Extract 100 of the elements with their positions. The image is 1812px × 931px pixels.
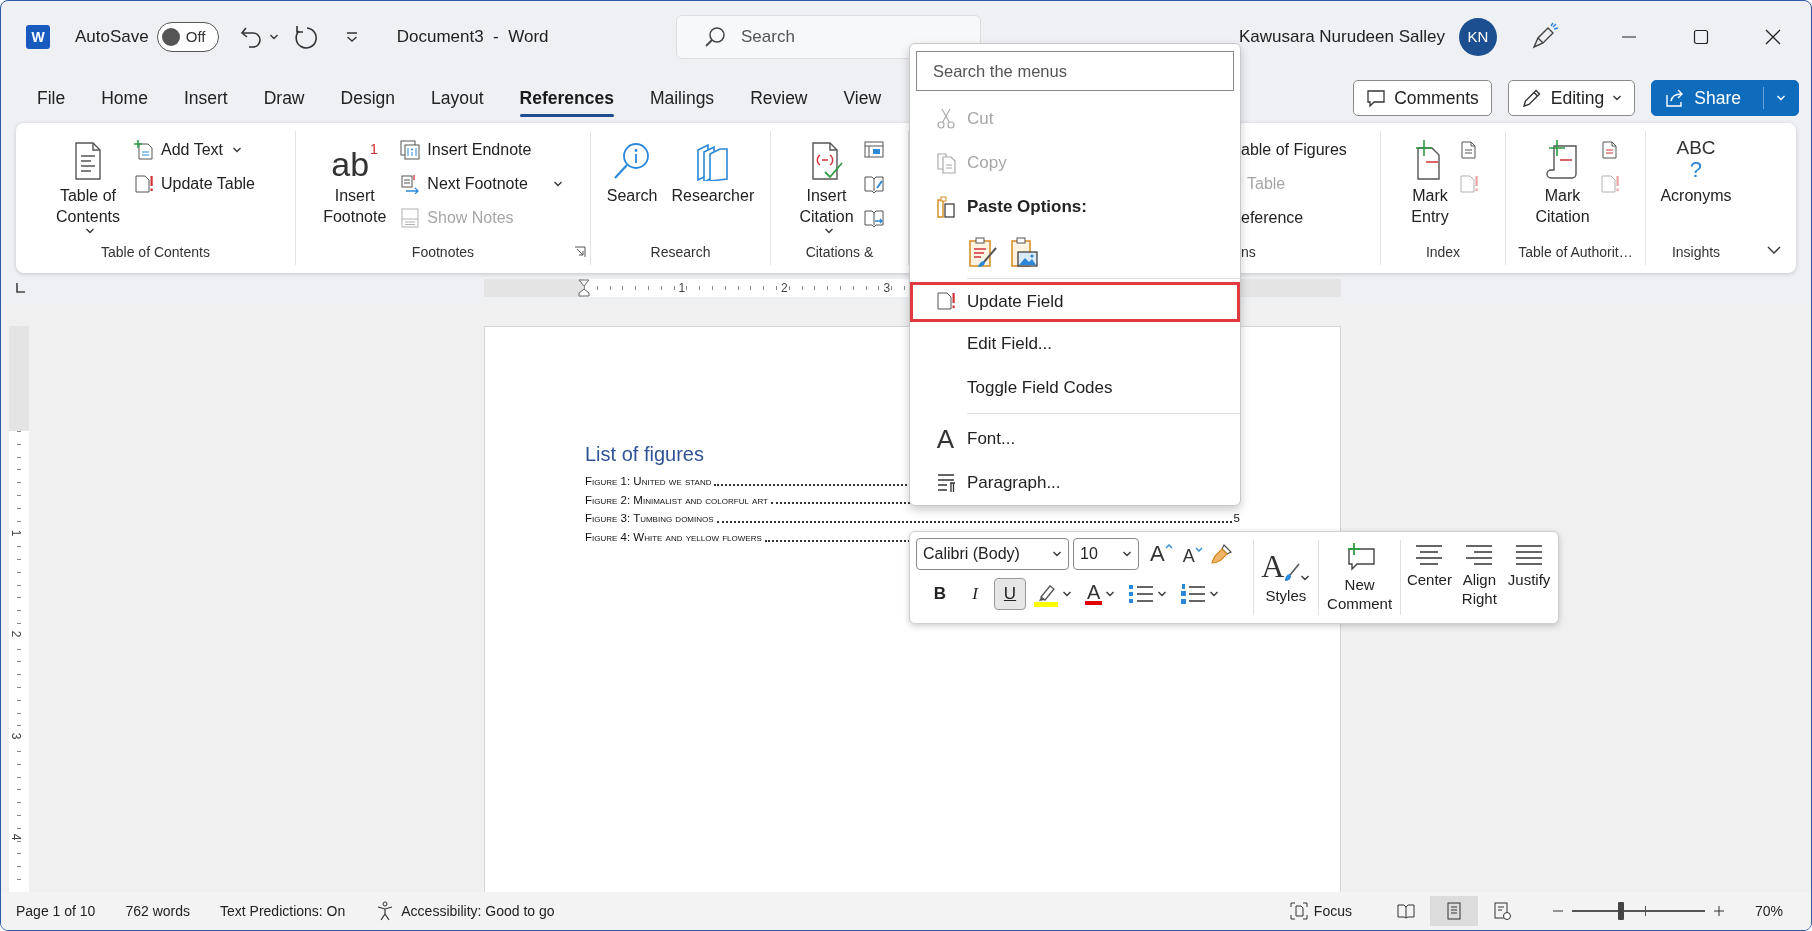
caret-icon[interactable]: [1122, 550, 1132, 558]
editing-button[interactable]: Editing: [1507, 80, 1636, 116]
ribbon-button[interactable]: Insert Citation: [795, 133, 858, 237]
ruler-number: 1: [677, 281, 687, 295]
slider-thumb[interactable]: [1618, 902, 1625, 920]
align-button[interactable]: Align Right: [1454, 538, 1505, 617]
clipboard-picture-icon[interactable]: [1009, 236, 1039, 268]
ribbon-button[interactable]: ab$^{1}$ Insert Footnote: [319, 133, 391, 229]
menu-item[interactable]: Update Field: [910, 282, 1240, 322]
ribbon-button[interactable]: Mark Citation: [1531, 133, 1594, 229]
caret-icon[interactable]: [1612, 94, 1623, 102]
font-color-button[interactable]: A: [1085, 583, 1103, 605]
ribbon-button[interactable]: Next Footnote: [396, 167, 567, 201]
zoom-level[interactable]: 70%: [1754, 900, 1783, 922]
customize-icon[interactable]: [344, 30, 359, 44]
brush-icon: [1284, 562, 1301, 582]
italic-button[interactable]: I: [959, 578, 991, 610]
align-button[interactable]: Center: [1404, 538, 1455, 617]
grow-font-button[interactable]: A: [1147, 543, 1176, 565]
ribbon-tab[interactable]: Home: [83, 78, 166, 118]
focus-button[interactable]: Focus: [1283, 899, 1358, 923]
menu-search-field[interactable]: Search the menus: [916, 51, 1234, 91]
caret-icon[interactable]: [268, 33, 279, 41]
caret-icon[interactable]: [823, 227, 834, 235]
book-icon[interactable]: [863, 174, 884, 194]
ribbon-tab[interactable]: Review: [732, 78, 826, 118]
menu-item[interactable]: A Font...: [910, 417, 1240, 461]
group-label: Research: [650, 242, 711, 262]
ribbon-button[interactable]: Insert Endnote: [396, 133, 567, 167]
avatar[interactable]: KN: [1459, 18, 1497, 56]
redo-icon[interactable]: [292, 24, 319, 50]
table-icon[interactable]: [863, 140, 884, 160]
indent-marker-icon[interactable]: [578, 279, 590, 297]
font-name-dropdown[interactable]: Calibri (Body): [916, 538, 1069, 570]
ribbon-tab[interactable]: Draw: [245, 78, 323, 118]
numbered-list-icon[interactable]: [1180, 582, 1207, 606]
page-count[interactable]: Page 1 of 10: [16, 900, 96, 922]
menu-item[interactable]: Paragraph...: [910, 461, 1240, 505]
caret-icon[interactable]: [1105, 590, 1116, 598]
word-count[interactable]: 762 words: [125, 900, 190, 922]
ribbon-tab[interactable]: Design: [322, 78, 413, 118]
footnote-icon: ab$^{1}$: [331, 141, 379, 181]
ribbon-button[interactable]: Mark Entry: [1407, 133, 1453, 229]
caret-icon[interactable]: [232, 146, 242, 154]
ribbon-button[interactable]: Table of Contents: [51, 133, 124, 237]
zoom-in-icon[interactable]: [1712, 905, 1725, 917]
close-icon[interactable]: [1763, 27, 1783, 47]
ribbon-tab[interactable]: Layout: [413, 78, 502, 118]
ribbon-tab[interactable]: Insert: [165, 78, 246, 118]
ribbon-button[interactable]: able of Figures: [1241, 133, 1347, 167]
font-icon: A: [936, 426, 955, 452]
caret-icon[interactable]: [552, 180, 563, 188]
maximize-icon[interactable]: [1691, 27, 1711, 47]
document-icon[interactable]: [1458, 140, 1479, 160]
ribbon-button[interactable]: Researcher: [667, 133, 759, 208]
search-icon: [704, 26, 726, 48]
clipboard-brush-icon[interactable]: [967, 236, 997, 268]
ribbon-button[interactable]: ABC ? Acronyms: [1656, 133, 1736, 208]
caret-icon[interactable]: [1062, 590, 1072, 598]
ribbon-tab[interactable]: File: [19, 78, 84, 118]
shrink-font-button[interactable]: A: [1179, 543, 1206, 565]
ribbon-tab[interactable]: View: [825, 78, 900, 118]
print-layout-icon[interactable]: [1429, 896, 1478, 926]
new-comment-button[interactable]: New Comment: [1321, 538, 1398, 617]
update-icon: [935, 291, 956, 313]
font-size-dropdown[interactable]: 10: [1073, 538, 1139, 570]
pencil-icon: [1520, 87, 1543, 109]
autosave-toggle[interactable]: Off: [156, 22, 219, 52]
ribbon-tab[interactable]: Mailings: [631, 78, 733, 118]
menu-item[interactable]: Toggle Field Codes: [910, 366, 1240, 410]
tab-selector-icon[interactable]: [13, 281, 27, 295]
search-field[interactable]: Search: [676, 15, 981, 59]
ruler-number: 4: [10, 833, 23, 841]
ribbon-button[interactable]: Add Text: [130, 133, 259, 167]
format-painter-icon[interactable]: [1209, 542, 1234, 566]
ribbon-button[interactable]: Search: [602, 133, 662, 208]
share-button[interactable]: Share: [1651, 80, 1799, 116]
caret-icon[interactable]: [1157, 590, 1168, 598]
caret-icon[interactable]: [1300, 574, 1311, 582]
menu-item[interactable]: Edit Field...: [910, 322, 1240, 366]
app-icon[interactable]: W: [26, 25, 50, 49]
book-icon[interactable]: [863, 208, 884, 228]
text-predictions-status[interactable]: Text Predictions: On: [220, 900, 346, 922]
align-button[interactable]: Justify: [1504, 538, 1554, 617]
dialog-launcher-icon[interactable]: [574, 246, 586, 258]
ribbon-button[interactable]: eference: [1241, 201, 1347, 235]
caret-icon[interactable]: [1052, 550, 1062, 558]
caret-icon[interactable]: [85, 227, 95, 235]
accessibility-status[interactable]: Accessibility: Good to go: [401, 900, 555, 922]
document-icon[interactable]: [1599, 140, 1620, 160]
bold-button[interactable]: B: [924, 578, 956, 610]
comments-button[interactable]: Comments: [1353, 80, 1492, 116]
ribbon-tab[interactable]: References: [501, 78, 632, 118]
comment-icon: [1366, 88, 1387, 108]
collapse-icon[interactable]: [1766, 245, 1782, 255]
bullet-list-icon[interactable]: [1128, 582, 1155, 606]
ribbon-button[interactable]: Update Table: [130, 167, 259, 201]
underline-button[interactable]: U: [994, 578, 1026, 610]
styles-button[interactable]: A Styles: [1257, 538, 1315, 617]
caret-icon[interactable]: [1209, 590, 1220, 598]
